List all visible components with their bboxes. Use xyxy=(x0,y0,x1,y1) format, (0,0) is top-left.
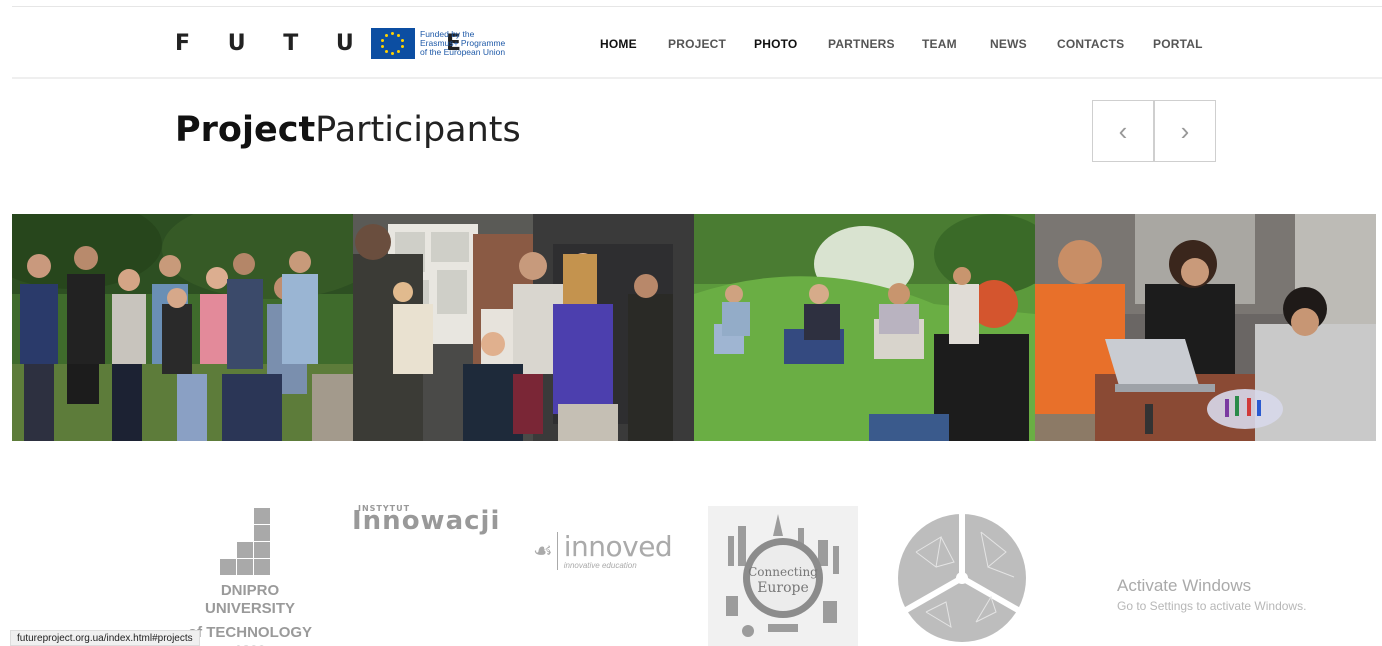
nav-news[interactable]: NEWS xyxy=(990,37,1027,51)
chevron-right-icon: › xyxy=(1180,115,1190,146)
site-header: F U T U R E Funded by the Erasmus+ Progr… xyxy=(12,7,1382,79)
eu-text-line: of the European Union xyxy=(420,47,506,57)
carousel-controls: ‹ › xyxy=(1092,100,1216,162)
activate-subtitle: Go to Settings to activate Windows. xyxy=(1117,599,1307,613)
gallery-photo[interactable] xyxy=(353,214,694,441)
partner-logo-instytut[interactable]: INSTYTUT Innowacji xyxy=(352,504,500,536)
section-title-bold: Project xyxy=(175,110,316,150)
eu-funding-badge: Funded by the Erasmus+ Programme of the … xyxy=(371,28,505,59)
partners-strip: DNIPRO UNIVERSITY of TECHNOLOGY 1899 INS… xyxy=(0,500,1382,646)
connecting-line1: Connecting xyxy=(748,565,818,579)
photo-gallery xyxy=(12,214,1376,441)
eu-funding-text: Funded by the Erasmus+ Programme of the … xyxy=(420,30,505,57)
nav-contacts[interactable]: CONTACTS xyxy=(1057,37,1124,51)
gallery-photo[interactable] xyxy=(12,214,353,441)
nav-partners[interactable]: PARTNERS xyxy=(828,37,895,51)
gallery-photo[interactable] xyxy=(694,214,1035,441)
nav-home[interactable]: HOME xyxy=(600,37,637,51)
partner-logo-connecting-europe[interactable]: Connecting Europe xyxy=(708,506,858,646)
windows-activation-watermark: Activate Windows Go to Settings to activ… xyxy=(1117,576,1306,613)
innoved-word: innoved xyxy=(563,529,673,563)
partner-logo-dnipro[interactable]: DNIPRO UNIVERSITY of TECHNOLOGY 1899 xyxy=(174,504,326,646)
chevron-left-icon: ‹ xyxy=(1118,115,1128,146)
partner-logo-innoved[interactable]: ☙ innoved innovative education xyxy=(533,529,673,570)
dnipro-name-line1: DNIPRO UNIVERSITY xyxy=(204,582,295,617)
carousel-prev-button[interactable]: ‹ xyxy=(1092,100,1154,162)
carousel-next-button[interactable]: › xyxy=(1154,100,1216,162)
eu-flag-icon xyxy=(371,28,415,59)
instytut-small-text: INSTYTUT xyxy=(358,504,411,513)
connecting-line2: Europe xyxy=(757,580,809,596)
dnipro-blocks-icon xyxy=(220,504,280,576)
browser-status-url: futureproject.org.ua/index.html#projects xyxy=(10,630,200,646)
nav-project[interactable]: PROJECT xyxy=(668,37,726,51)
gallery-photo[interactable] xyxy=(1035,214,1376,441)
section-title-light: Participants xyxy=(315,110,521,150)
nav-portal[interactable]: PORTAL xyxy=(1153,37,1203,51)
nav-photo[interactable]: PHOTO xyxy=(754,37,797,51)
innoved-mark-icon: ☙ xyxy=(533,538,553,563)
nav-team[interactable]: TEAM xyxy=(922,37,957,51)
innoved-divider xyxy=(556,532,558,570)
activate-title: Activate Windows xyxy=(1117,576,1252,595)
section-title: ProjectParticipants xyxy=(175,110,521,150)
partner-logo-network-wheel[interactable] xyxy=(896,512,1028,646)
